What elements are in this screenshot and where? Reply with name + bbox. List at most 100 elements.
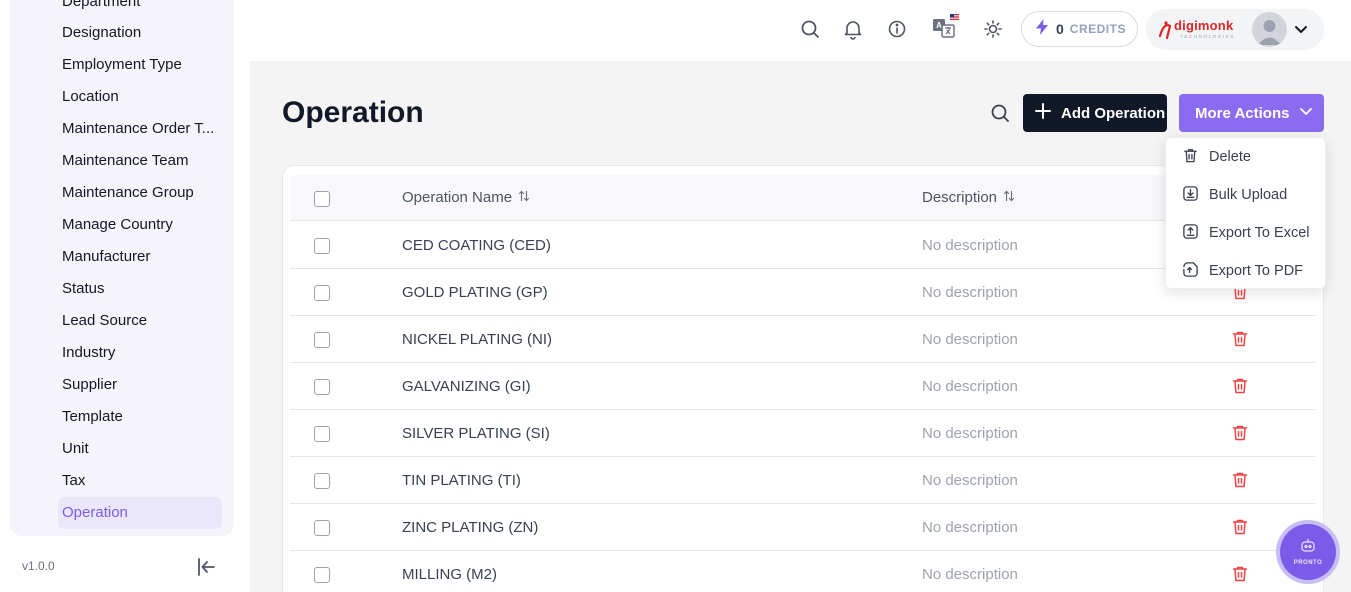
menu-item-export-pdf[interactable]: Export To PDF [1166,253,1327,289]
select-all-checkbox[interactable] [314,191,330,207]
table-row[interactable]: MILLING (M2) No description [290,551,1315,592]
plus-icon [1033,101,1053,125]
add-operation-label: Add Operation [1061,104,1166,122]
collapse-sidebar-icon[interactable] [194,555,218,579]
description-cell: No description [922,284,1018,301]
assistant-fab-button[interactable]: PRONTO [1280,524,1336,580]
sidebar-item-maintenance-team[interactable]: Maintenance Team [58,145,222,177]
add-operation-button[interactable]: Add Operation [1023,94,1167,132]
menu-item-label: Export To PDF [1209,263,1304,279]
sidebar-item-designation[interactable]: Designation [58,17,222,49]
brand-subtitle: TECHNOLOGIES [1180,34,1235,39]
trash-icon [1182,147,1199,168]
menu-item-label: Export To Excel [1209,225,1310,241]
search-icon[interactable] [988,101,1012,125]
translate-icon[interactable]: A [931,13,961,43]
delete-row-trash-icon[interactable] [1230,423,1250,443]
row-checkbox[interactable] [314,238,330,254]
description-cell: No description [922,331,1018,348]
sidebar-item-industry[interactable]: Industry [58,337,222,369]
row-checkbox[interactable] [314,426,330,442]
table-row[interactable]: GALVANIZING (GI) No description [290,363,1315,410]
sidebar-item-department[interactable]: Department [58,0,222,18]
description-cell: No description [922,425,1018,442]
sidebar-item-supplier[interactable]: Supplier [58,369,222,401]
row-checkbox[interactable] [314,285,330,301]
column-header-label: Operation Name [402,189,513,206]
table-row[interactable]: CED COATING (CED) No description [290,222,1315,269]
sidebar-item-template[interactable]: Template [58,401,222,433]
menu-item-delete[interactable]: Delete [1166,139,1327,175]
operation-name-cell: MILLING (M2) [402,566,498,583]
download-box-icon [1182,185,1199,206]
description-cell: No description [922,237,1018,254]
operation-name-cell: NICKEL PLATING (NI) [402,331,553,348]
info-icon[interactable] [885,17,909,41]
sidebar-item-tax[interactable]: Tax [58,465,222,497]
brand-name: digimonk [1174,18,1234,33]
operation-name-cell: GALVANIZING (GI) [402,378,531,395]
table-row[interactable]: SILVER PLATING (SI) No description [290,410,1315,457]
svg-text:A: A [936,21,942,30]
bell-icon[interactable] [841,17,865,41]
menu-item-label: Bulk Upload [1209,187,1288,203]
search-icon[interactable] [798,17,822,41]
delete-row-trash-icon[interactable] [1230,470,1250,490]
sort-icon [518,189,530,206]
delete-row-trash-icon[interactable] [1230,517,1250,537]
operation-name-cell: GOLD PLATING (GP) [402,284,548,301]
row-checkbox[interactable] [314,379,330,395]
table-row[interactable]: TIN PLATING (TI) No description [290,457,1315,504]
profile-menu[interactable]: digimonk TECHNOLOGIES [1146,9,1324,50]
upload-box-icon [1182,223,1199,244]
delete-row-trash-icon[interactable] [1230,564,1250,584]
credits-button[interactable]: 0 CREDITS [1021,11,1138,47]
table-header: Operation Name Description [290,175,1315,221]
operation-name-cell: SILVER PLATING (SI) [402,425,550,442]
column-header-description[interactable]: Description [922,189,1015,206]
delete-row-trash-icon[interactable] [1230,329,1250,349]
operation-name-cell: CED COATING (CED) [402,237,551,254]
file-export-icon [1182,261,1199,282]
description-cell: No description [922,378,1018,395]
chevron-down-icon [1299,104,1313,122]
sidebar: Department Designation Employment Type L… [0,0,250,592]
sort-icon [1003,189,1015,206]
sidebar-item-lead-source[interactable]: Lead Source [58,305,222,337]
row-checkbox[interactable] [314,567,330,583]
delete-row-trash-icon[interactable] [1230,376,1250,396]
fab-label: PRONTO [1293,560,1323,566]
column-header-operation-name[interactable]: Operation Name [402,189,530,206]
row-checkbox[interactable] [314,332,330,348]
sidebar-item-status[interactable]: Status [58,273,222,305]
lightning-icon [1034,18,1050,41]
operation-name-cell: ZINC PLATING (ZN) [402,519,539,536]
sidebar-item-employment-type[interactable]: Employment Type [58,49,222,81]
robot-icon [1299,538,1317,559]
description-cell: No description [922,472,1018,489]
version-label: v1.0.0 [22,559,55,573]
sidebar-item-unit[interactable]: Unit [58,433,222,465]
table-row[interactable]: GOLD PLATING (GP) No description [290,269,1315,316]
row-checkbox[interactable] [314,520,330,536]
sidebar-item-maintenance-order-type[interactable]: Maintenance Order T... [58,113,222,145]
sidebar-item-operation[interactable]: Operation [58,497,222,529]
menu-item-export-excel[interactable]: Export To Excel [1166,215,1327,251]
sidebar-item-manage-country[interactable]: Manage Country [58,209,222,241]
credits-count: 0 [1056,21,1064,37]
description-cell: No description [922,519,1018,536]
sun-icon[interactable] [981,17,1005,41]
avatar [1252,12,1287,47]
table-row[interactable]: ZINC PLATING (ZN) No description [290,504,1315,551]
sidebar-item-maintenance-group[interactable]: Maintenance Group [58,177,222,209]
credits-label: CREDITS [1069,22,1126,36]
sidebar-item-manufacturer[interactable]: Manufacturer [58,241,222,273]
more-actions-button[interactable]: More Actions [1179,94,1324,132]
table-row[interactable]: NICKEL PLATING (NI) No description [290,316,1315,363]
sidebar-item-location[interactable]: Location [58,81,222,113]
menu-item-bulk-upload[interactable]: Bulk Upload [1166,177,1327,213]
page-title: Operation [282,96,424,129]
more-actions-dropdown: Delete Bulk Upload Export To Excel Expor… [1165,137,1326,289]
row-checkbox[interactable] [314,473,330,489]
more-actions-label: More Actions [1195,104,1290,122]
